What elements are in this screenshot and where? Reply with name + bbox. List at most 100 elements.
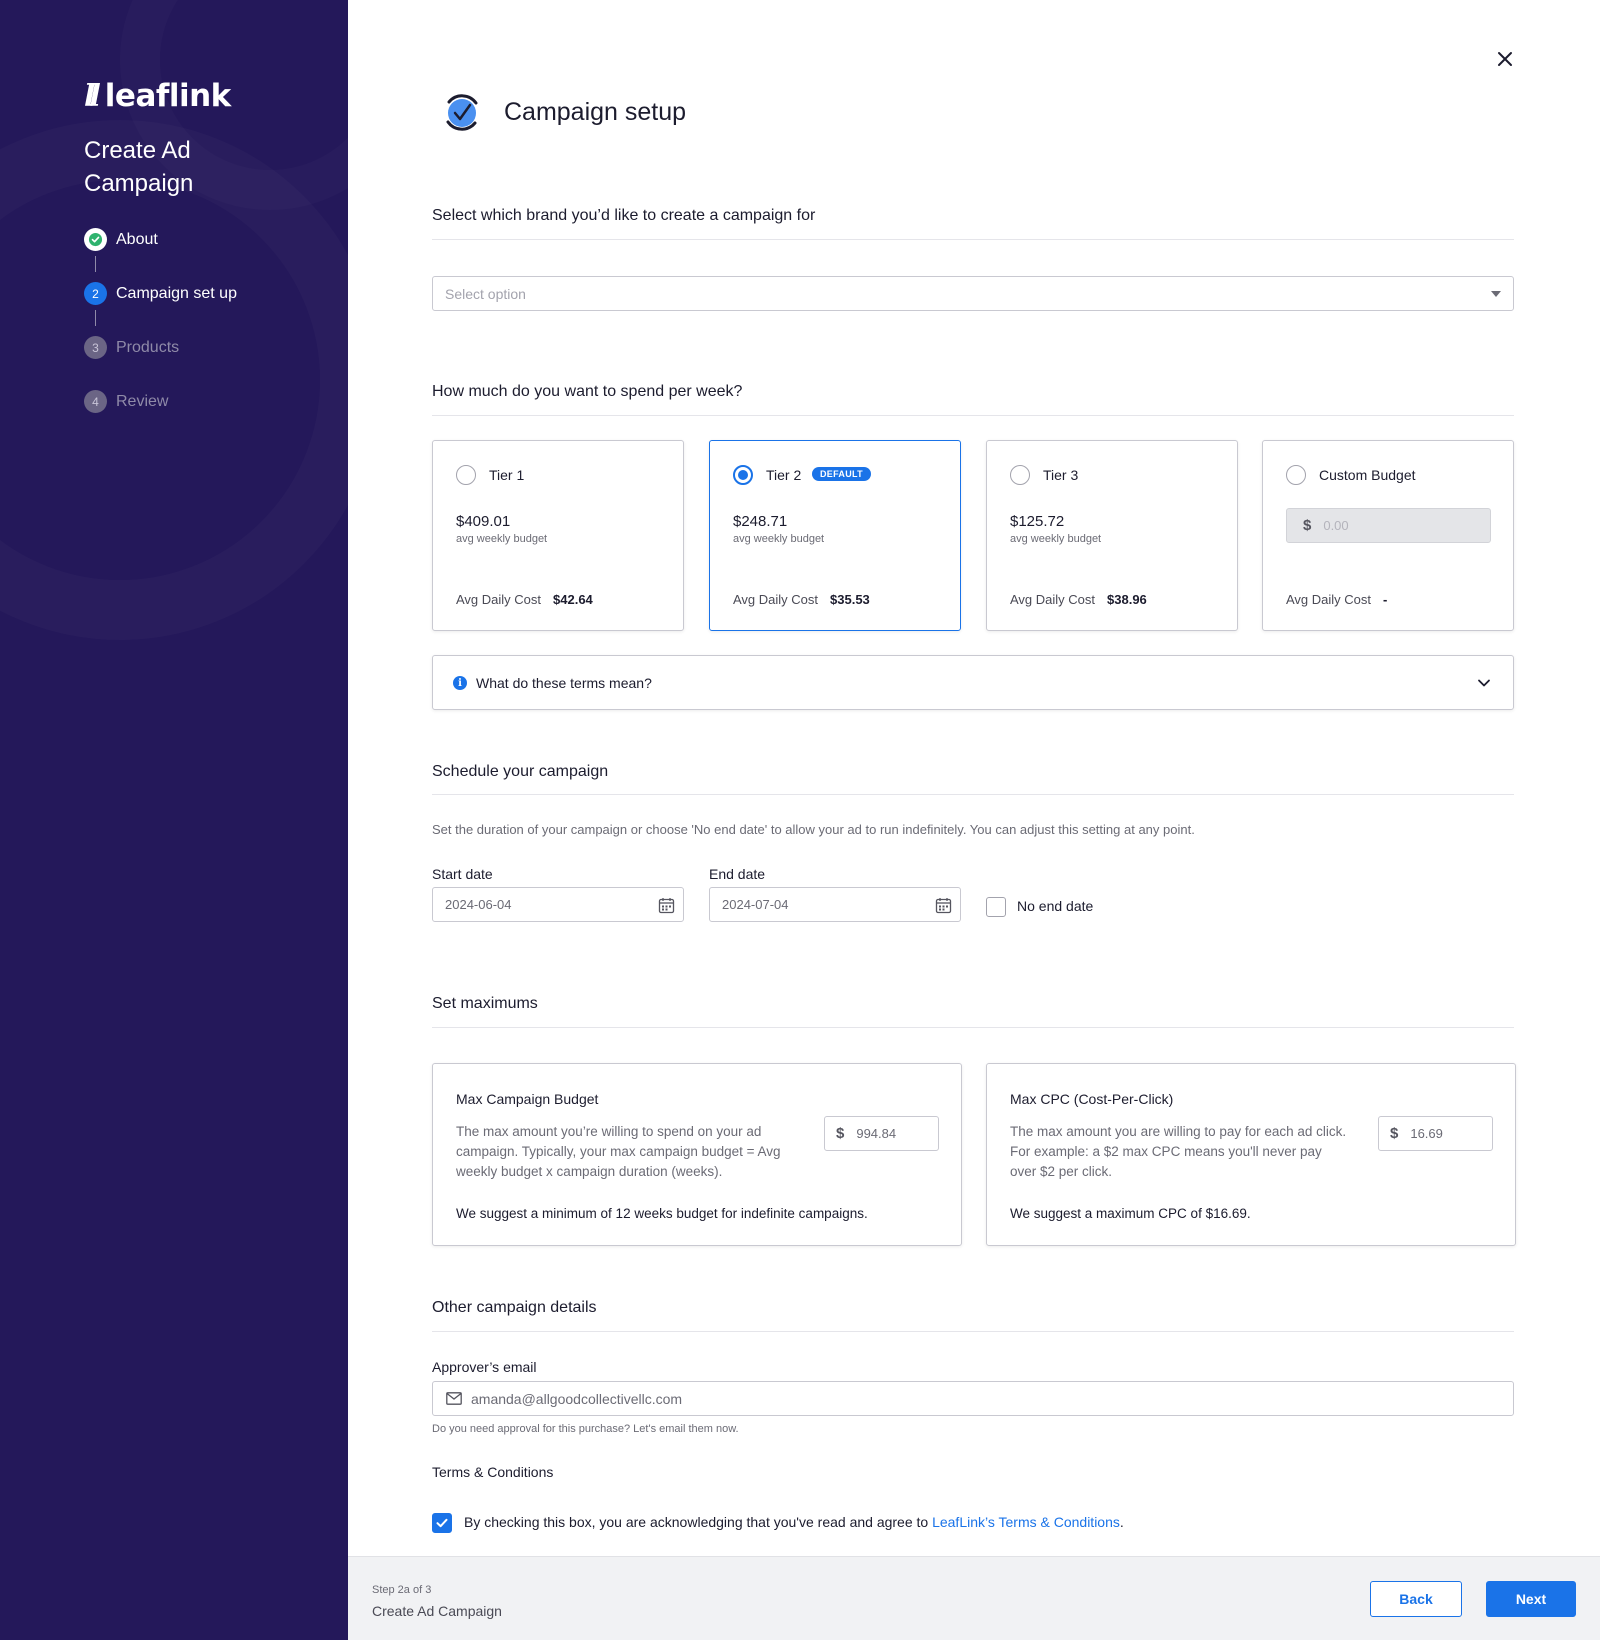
tier-daily-cost: Avg Daily Cost $42.64 <box>456 592 593 607</box>
logo-text: leaflink <box>104 78 232 114</box>
start-date-label: Start date <box>432 866 493 882</box>
daily-value: $38.96 <box>1107 592 1147 607</box>
max-budget-input[interactable]: $ 994.84 <box>824 1116 939 1151</box>
brand-section-heading: Select which brand you’d like to create … <box>432 207 816 224</box>
brand-select[interactable]: Select option <box>432 276 1514 311</box>
tier-amount: $248.71 <box>733 513 788 530</box>
accordion-label: What do these terms mean? <box>476 675 652 691</box>
info-icon: i <box>453 676 467 690</box>
maximums-section-heading: Set maximums <box>432 995 538 1012</box>
step-label: Review <box>116 393 169 410</box>
step-label: About <box>116 231 158 248</box>
spend-section-heading: How much do you want to spend per week? <box>432 383 743 400</box>
end-date-value: 2024-07-04 <box>722 897 789 912</box>
tier-name: Tier 3 <box>1043 467 1079 483</box>
caret-down-icon <box>1491 291 1501 297</box>
step-products[interactable]: 3 Products <box>84 336 237 390</box>
end-date-label: End date <box>709 866 766 882</box>
schedule-section-heading: Schedule your campaign <box>432 763 609 780</box>
back-button[interactable]: Back <box>1370 1581 1462 1617</box>
terms-accordion[interactable]: i What do these terms mean? <box>432 655 1514 710</box>
max-budget-card: Max Campaign Budget The max amount you’r… <box>432 1063 962 1246</box>
footer-bar: Step 2a of 3 Create Ad Campaign Back Nex… <box>348 1556 1600 1640</box>
custom-budget-input[interactable]: $ 0.00 <box>1286 508 1491 543</box>
divider <box>432 415 1514 416</box>
tier-amount: $409.01 <box>456 513 511 530</box>
divider <box>432 1027 1514 1028</box>
approver-email-label: Approver’s email <box>432 1359 537 1375</box>
footer-title: Create Ad Campaign <box>372 1603 502 1619</box>
tier-1-card[interactable]: Tier 1 $409.01 avg weekly budget Avg Dai… <box>432 440 684 631</box>
tier-sub: avg weekly budget <box>456 533 548 545</box>
logo-mark: ll <box>84 78 101 114</box>
tier-3-card[interactable]: Tier 3 $125.72 avg weekly budget Avg Dai… <box>986 440 1238 631</box>
other-section-heading: Other campaign details <box>432 1299 597 1316</box>
checkmark-icon <box>436 1518 448 1528</box>
terms-body: By checking this box, you are acknowledg… <box>464 1514 933 1530</box>
custom-budget-radio[interactable] <box>1286 465 1306 485</box>
next-button[interactable]: Next <box>1486 1581 1576 1617</box>
close-button[interactable] <box>1492 46 1518 72</box>
step-number: 2 <box>84 282 107 305</box>
tier-2-radio[interactable] <box>733 465 753 485</box>
step-connector <box>95 256 96 272</box>
sidebar-title: Create Ad Campaign <box>84 137 194 197</box>
approver-email-value: amanda@allgoodcollectivellc.com <box>471 1390 683 1407</box>
step-campaign-setup[interactable]: 2 Campaign set up <box>84 282 237 336</box>
max-budget-note: We suggest a minimum of 12 weeks budget … <box>456 1206 868 1221</box>
calendar-icon[interactable] <box>658 897 675 917</box>
step-label: Campaign set up <box>116 285 237 302</box>
max-cpc-card: Max CPC (Cost-Per-Click) The max amount … <box>986 1063 1516 1246</box>
custom-budget-placeholder: 0.00 <box>1323 518 1349 533</box>
calendar-icon[interactable] <box>935 897 952 917</box>
leaflink-logo[interactable]: ll leaflink <box>84 78 231 114</box>
terms-text: By checking this box, you are acknowledg… <box>464 1514 1124 1530</box>
daily-label: Avg Daily Cost <box>1286 592 1372 607</box>
no-end-date-label: No end date <box>1017 898 1094 914</box>
tier-sub: avg weekly budget <box>1010 533 1102 545</box>
terms-link[interactable]: LeafLink’s Terms & Conditions <box>932 1514 1120 1530</box>
step-review[interactable]: 4 Review <box>84 390 237 444</box>
no-end-date-checkbox[interactable] <box>986 897 1006 917</box>
terms-checkbox[interactable] <box>432 1513 452 1533</box>
step-about[interactable]: About <box>84 228 237 282</box>
mail-icon <box>446 1392 462 1408</box>
max-cpc-title: Max CPC (Cost-Per-Click) <box>1010 1091 1174 1107</box>
max-cpc-note: We suggest a maximum CPC of $16.69. <box>1010 1206 1251 1221</box>
dollar-icon: $ <box>1390 1125 1399 1142</box>
tier-2-card[interactable]: Tier 2 DEFAULT $248.71 avg weekly budget… <box>709 440 961 631</box>
max-budget-description: The max amount you’re willing to spend o… <box>456 1124 781 1179</box>
step-number: 3 <box>84 336 107 359</box>
custom-budget-card[interactable]: Custom Budget $ 0.00 Avg Daily Cost - <box>1262 440 1514 631</box>
default-badge: DEFAULT <box>812 467 871 481</box>
tier-3-radio[interactable] <box>1010 465 1030 485</box>
step-number: 4 <box>84 390 107 413</box>
tier-name: Tier 1 <box>489 467 525 483</box>
end-date-input[interactable]: 2024-07-04 <box>709 887 961 922</box>
approver-email-input[interactable]: amanda@allgoodcollectivellc.com <box>432 1381 1514 1416</box>
max-budget-value: 994.84 <box>856 1126 897 1141</box>
terms-end: . <box>1119 1514 1124 1530</box>
max-cpc-input[interactable]: $ 16.69 <box>1378 1116 1493 1151</box>
tier-daily-cost: Avg Daily Cost - <box>1286 592 1387 607</box>
start-date-input[interactable]: 2024-06-04 <box>432 887 684 922</box>
brand-select-placeholder: Select option <box>445 285 526 302</box>
terms-heading: Terms & Conditions <box>432 1464 554 1480</box>
tier-amount: $125.72 <box>1010 513 1065 530</box>
sidebar: ll leaflink Create Ad Campaign About 2 C… <box>0 0 348 1640</box>
daily-label: Avg Daily Cost <box>1010 592 1096 607</box>
tier-1-radio[interactable] <box>456 465 476 485</box>
tier-daily-cost: Avg Daily Cost $35.53 <box>733 592 870 607</box>
daily-value: $42.64 <box>553 592 593 607</box>
dollar-icon: $ <box>1303 517 1312 534</box>
max-cpc-value: 16.69 <box>1410 1126 1443 1141</box>
step-connector <box>95 310 96 326</box>
chevron-down-icon <box>1477 676 1491 695</box>
check-icon <box>84 228 107 251</box>
max-budget-title: Max Campaign Budget <box>456 1091 599 1107</box>
tier-daily-cost: Avg Daily Cost $38.96 <box>1010 592 1147 607</box>
dollar-icon: $ <box>836 1125 845 1142</box>
close-icon <box>1498 52 1512 66</box>
footer-step-indicator: Step 2a of 3 <box>372 1584 432 1596</box>
tier-name: Tier 2 <box>766 467 802 483</box>
